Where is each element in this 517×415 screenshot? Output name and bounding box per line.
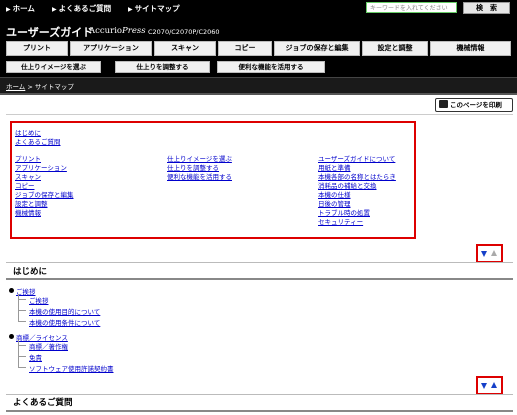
tree-line	[18, 310, 26, 311]
tree-line	[18, 345, 26, 346]
arrow-right-icon: ▶	[128, 6, 133, 13]
divider	[6, 114, 513, 115]
breadcrumb-current: サイトマップ	[34, 83, 74, 91]
search-input[interactable]: キーワードを入れてください	[366, 2, 457, 13]
bullet-icon	[9, 334, 14, 339]
tree-line	[18, 321, 26, 322]
top-link-sitemap[interactable]: ▶ サイトマップ	[128, 3, 180, 14]
arrow-right-icon: ▶	[52, 6, 57, 13]
breadcrumb-home[interactable]: ホーム	[6, 83, 25, 91]
tree-line	[18, 367, 26, 368]
page-top-icon[interactable]	[491, 382, 497, 388]
breadcrumb-bar	[0, 77, 517, 94]
search-button[interactable]: 検 索	[463, 2, 510, 14]
collapse-all-icon[interactable]	[491, 250, 497, 256]
print-page-button[interactable]: このページを印刷	[435, 98, 513, 112]
model-name: C2070/C2070P/C2060	[148, 28, 220, 36]
sitemap-link[interactable]: 便利な機能を活用する	[167, 171, 232, 181]
bullet-icon	[9, 288, 14, 293]
breadcrumb-separator: >	[27, 83, 33, 91]
divider	[6, 262, 513, 263]
nav-job-save-edit[interactable]: ジョブの保存と編集	[274, 41, 360, 56]
divider	[6, 394, 513, 395]
printer-icon	[439, 100, 448, 108]
nav-useful-features[interactable]: 便利な機能を活用する	[217, 61, 325, 73]
page-title: ユーザーズガイド	[6, 26, 94, 39]
section-title-intro: はじめに	[13, 267, 48, 277]
nav-finish-adjust[interactable]: 仕上りを調整する	[115, 61, 210, 73]
top-link-faq[interactable]: ▶ よくあるご質問	[52, 3, 111, 14]
nav-copy[interactable]: コピー	[218, 41, 272, 56]
tree-item-link[interactable]: 本機の使用目的について	[29, 306, 100, 316]
nav-settings[interactable]: 設定と調整	[362, 41, 428, 56]
top-link-home[interactable]: ▶ ホーム	[6, 3, 35, 14]
nav-print[interactable]: プリント	[6, 41, 68, 56]
sitemap-link[interactable]: セキュリティー	[318, 216, 363, 226]
tree-line	[18, 356, 26, 357]
tree-item-link[interactable]: 本機の使用条件について	[29, 317, 100, 327]
section-title-faq: よくあるご質問	[13, 398, 73, 408]
breadcrumb: ホーム > サイトマップ	[6, 81, 74, 91]
tree-item-link[interactable]: 免責	[29, 352, 42, 362]
expand-icon[interactable]	[481, 383, 487, 389]
tree-item-link[interactable]: ご挨拶	[29, 295, 49, 305]
top-bar: ▶ ホーム ▶ よくあるご質問 ▶ サイトマップ キーワードを入れてください 検 索	[0, 0, 517, 17]
divider	[0, 93, 517, 95]
section-divider	[6, 278, 513, 280]
sitemap-link[interactable]: 機械情報	[15, 207, 41, 217]
section-divider	[6, 410, 513, 412]
nav-application[interactable]: アプリケーション	[70, 41, 152, 56]
tree-item-link[interactable]: ソフトウェア使用許諾契約書	[29, 363, 114, 373]
nav-machine-info[interactable]: 機械情報	[430, 41, 511, 56]
tree-line	[18, 299, 26, 300]
arrow-right-icon: ▶	[6, 6, 11, 13]
sitemap-link-faq[interactable]: よくあるご質問	[15, 136, 61, 146]
nav-finish-image[interactable]: 仕上りイメージを選ぶ	[6, 61, 101, 73]
expand-all-icon[interactable]	[481, 251, 487, 257]
nav-scan[interactable]: スキャン	[154, 41, 216, 56]
tree-item-link[interactable]: 商標／著作権	[29, 341, 68, 351]
brand-logo: AccurioPress	[89, 26, 146, 36]
